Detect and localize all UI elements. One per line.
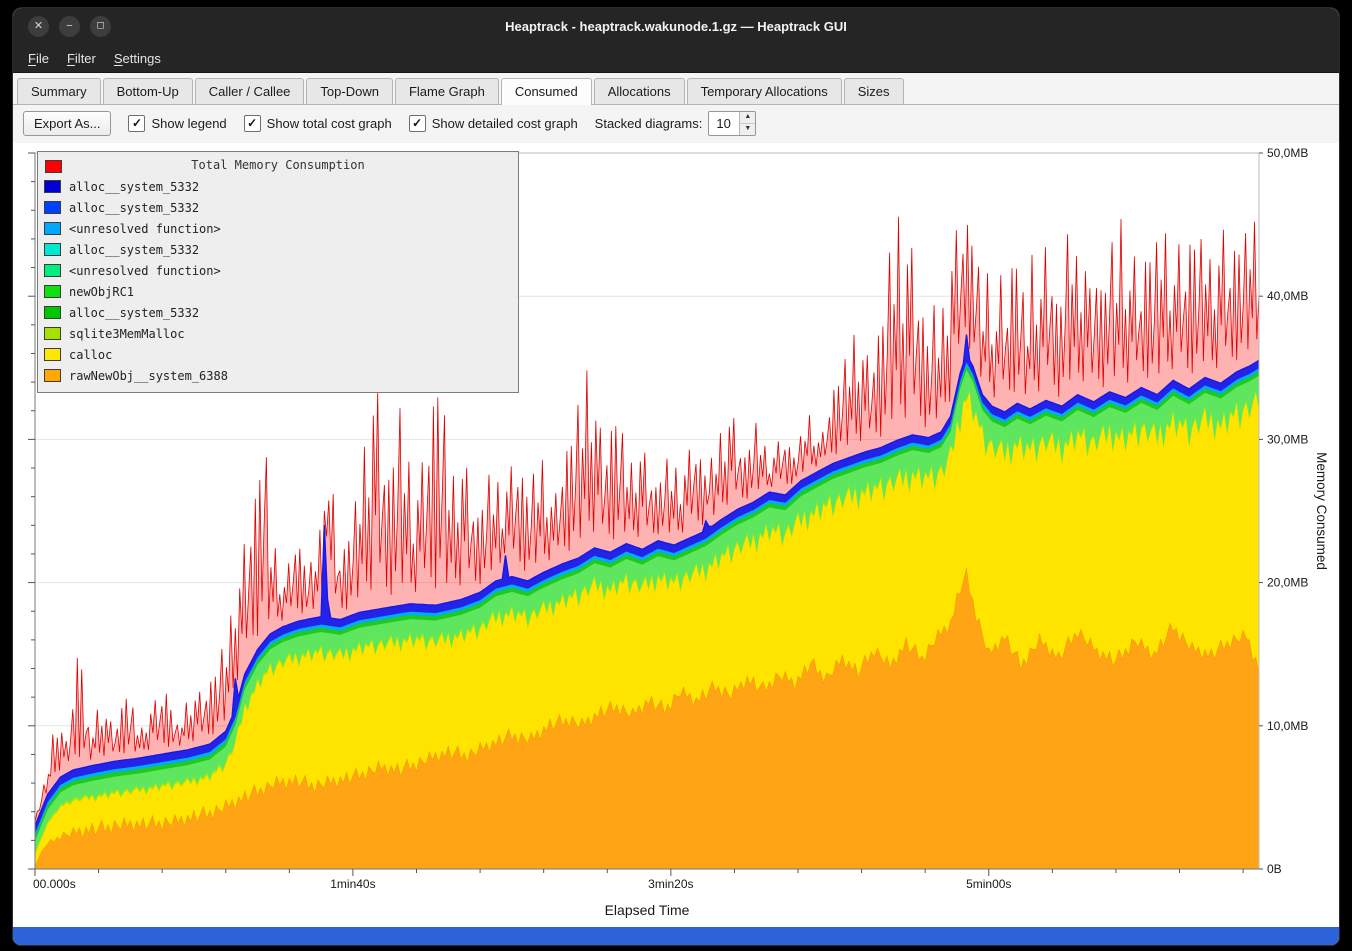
y-tick-label: 20,0MB bbox=[1267, 576, 1308, 590]
tab-sizes[interactable]: Sizes bbox=[844, 78, 904, 104]
tab-flame-graph[interactable]: Flame Graph bbox=[395, 78, 499, 104]
legend-swatch bbox=[44, 243, 61, 256]
check-icon: ✓ bbox=[247, 117, 257, 129]
consumed-chart-area[interactable]: 0B 10,0MB 20,0MB 30,0MB 40,0MB 50,0MB 00.000s 1… bbox=[13, 143, 1339, 929]
tab-caller-callee[interactable]: Caller / Callee bbox=[195, 78, 305, 104]
stacked-diagrams-spinbox[interactable]: 10 ▲ ▼ bbox=[708, 111, 756, 136]
legend-rows: alloc__system_5332 alloc__system_5332 <unr… bbox=[44, 176, 512, 386]
export-as-button[interactable]: Export As... bbox=[23, 111, 111, 136]
legend-entry: sqlite3MemMalloc bbox=[44, 323, 512, 344]
legend-swatch bbox=[44, 285, 61, 298]
legend-title-row: Total Memory Consumption bbox=[44, 155, 512, 176]
legend-label: <unresolved function> bbox=[69, 222, 221, 236]
stacked-diagrams-control: Stacked diagrams: 10 ▲ ▼ bbox=[595, 111, 757, 136]
checkbox-label: Show legend bbox=[151, 116, 226, 131]
spin-down-icon[interactable]: ▼ bbox=[740, 124, 755, 135]
checkbox-box[interactable]: ✓ bbox=[409, 115, 426, 132]
checkbox-group: ✓ Show legend ✓ Show total cost graph ✓ Show … bbox=[128, 115, 577, 132]
menu-file[interactable]: File bbox=[19, 47, 58, 70]
legend-title: Total Memory Consumption bbox=[191, 158, 364, 172]
check-icon: ✓ bbox=[412, 117, 422, 129]
close-button[interactable]: ✕ bbox=[28, 16, 49, 37]
menu-bar: FileFilterSettings bbox=[13, 45, 1339, 73]
legend-swatch bbox=[44, 222, 61, 235]
chart-legend: Total Memory Consumption alloc__system_5… bbox=[37, 151, 519, 393]
legend-entry: rawNewObj__system_6388 bbox=[44, 365, 512, 386]
minimize-button[interactable]: − bbox=[59, 16, 80, 37]
legend-entry: alloc__system_5332 bbox=[44, 239, 512, 260]
legend-label: newObjRC1 bbox=[69, 285, 134, 299]
tab-consumed[interactable]: Consumed bbox=[501, 78, 592, 105]
legend-entry: calloc bbox=[44, 344, 512, 365]
x-tick-label: 1min40s bbox=[330, 877, 375, 891]
checkbox-label: Show total cost graph bbox=[267, 116, 392, 131]
y-tick-label: 40,0MB bbox=[1267, 289, 1308, 303]
tab-bar: SummaryBottom-UpCaller / CalleeTop-DownF… bbox=[13, 73, 1339, 105]
heaptrack-window: ✕−◻ Heaptrack - heaptrack.wakunode.1.gz … bbox=[13, 8, 1339, 945]
checkbox-show-detailed-cost-graph[interactable]: ✓ Show detailed cost graph bbox=[409, 115, 578, 132]
legend-swatch bbox=[44, 369, 61, 382]
tab-allocations[interactable]: Allocations bbox=[594, 78, 685, 104]
legend-label: alloc__system_5332 bbox=[69, 201, 199, 215]
x-axis-title: Elapsed Time bbox=[605, 902, 690, 918]
stacked-diagrams-label: Stacked diagrams: bbox=[595, 116, 703, 131]
legend-label: rawNewObj__system_6388 bbox=[69, 369, 228, 383]
y-tick-label: 0B bbox=[1267, 862, 1282, 876]
menu-settings[interactable]: Settings bbox=[105, 47, 170, 70]
y-tick-label: 50,0MB bbox=[1267, 146, 1308, 160]
y-tick-label: 30,0MB bbox=[1267, 432, 1308, 446]
legend-swatch bbox=[44, 201, 61, 214]
legend-label: sqlite3MemMalloc bbox=[69, 327, 185, 341]
legend-entry: newObjRC1 bbox=[44, 281, 512, 302]
y-tick-label: 10,0MB bbox=[1267, 719, 1308, 733]
checkbox-show-total-cost-graph[interactable]: ✓ Show total cost graph bbox=[244, 115, 392, 132]
legend-entry: <unresolved function> bbox=[44, 218, 512, 239]
legend-label: alloc__system_5332 bbox=[69, 243, 199, 257]
window-title: Heaptrack - heaptrack.wakunode.1.gz — He… bbox=[505, 19, 847, 34]
spin-up-icon[interactable]: ▲ bbox=[740, 112, 755, 124]
tab-bottom-up[interactable]: Bottom-Up bbox=[103, 78, 193, 104]
legend-entry: <unresolved function> bbox=[44, 260, 512, 281]
x-tick-label: 3min20s bbox=[648, 877, 693, 891]
checkbox-show-legend[interactable]: ✓ Show legend bbox=[128, 115, 226, 132]
x-tick-label: 5min00s bbox=[966, 877, 1011, 891]
legend-swatch bbox=[44, 348, 61, 361]
menu-filter[interactable]: Filter bbox=[58, 47, 105, 70]
stacked-diagrams-value[interactable]: 10 bbox=[709, 112, 739, 135]
legend-swatch bbox=[44, 264, 61, 277]
legend-label: calloc bbox=[69, 348, 112, 362]
bottom-bar bbox=[13, 927, 1339, 945]
legend-entry: alloc__system_5332 bbox=[44, 302, 512, 323]
checkbox-label: Show detailed cost graph bbox=[432, 116, 578, 131]
legend-swatch bbox=[44, 327, 61, 340]
toolbar: Export As... ✓ Show legend ✓ Show total cos… bbox=[13, 105, 1339, 143]
legend-swatch bbox=[44, 306, 61, 319]
legend-swatch bbox=[44, 180, 61, 193]
legend-label: alloc__system_5332 bbox=[69, 180, 199, 194]
checkbox-box[interactable]: ✓ bbox=[244, 115, 261, 132]
tab-summary[interactable]: Summary bbox=[17, 78, 101, 104]
x-tick-label: 00.000s bbox=[33, 877, 76, 891]
legend-label: alloc__system_5332 bbox=[69, 306, 199, 320]
check-icon: ✓ bbox=[132, 117, 142, 129]
window-controls: ✕−◻ bbox=[28, 16, 111, 37]
tab-top-down[interactable]: Top-Down bbox=[306, 78, 393, 104]
tab-temporary-allocations[interactable]: Temporary Allocations bbox=[687, 78, 842, 104]
y-axis-title: Memory Consumed bbox=[1314, 452, 1329, 570]
legend-label: <unresolved function> bbox=[69, 264, 221, 278]
checkbox-box[interactable]: ✓ bbox=[128, 115, 145, 132]
title-bar[interactable]: ✕−◻ Heaptrack - heaptrack.wakunode.1.gz … bbox=[13, 8, 1339, 45]
legend-entry: alloc__system_5332 bbox=[44, 197, 512, 218]
spinner-buttons: ▲ ▼ bbox=[739, 112, 755, 135]
legend-title-swatch bbox=[45, 160, 62, 173]
maximize-button[interactable]: ◻ bbox=[90, 16, 111, 37]
legend-entry: alloc__system_5332 bbox=[44, 176, 512, 197]
